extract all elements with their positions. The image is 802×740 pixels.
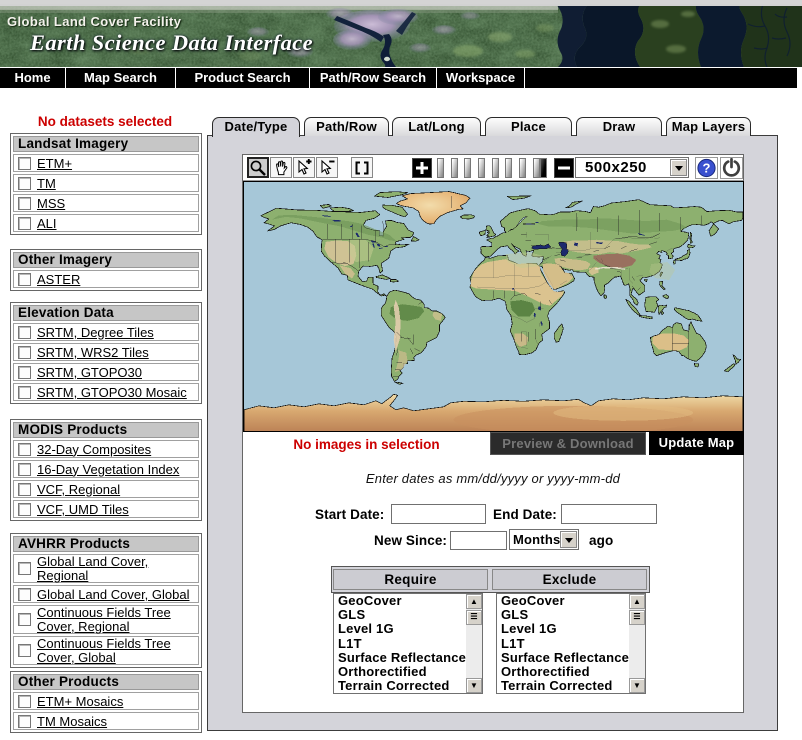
svg-text:?: ?	[703, 161, 711, 176]
